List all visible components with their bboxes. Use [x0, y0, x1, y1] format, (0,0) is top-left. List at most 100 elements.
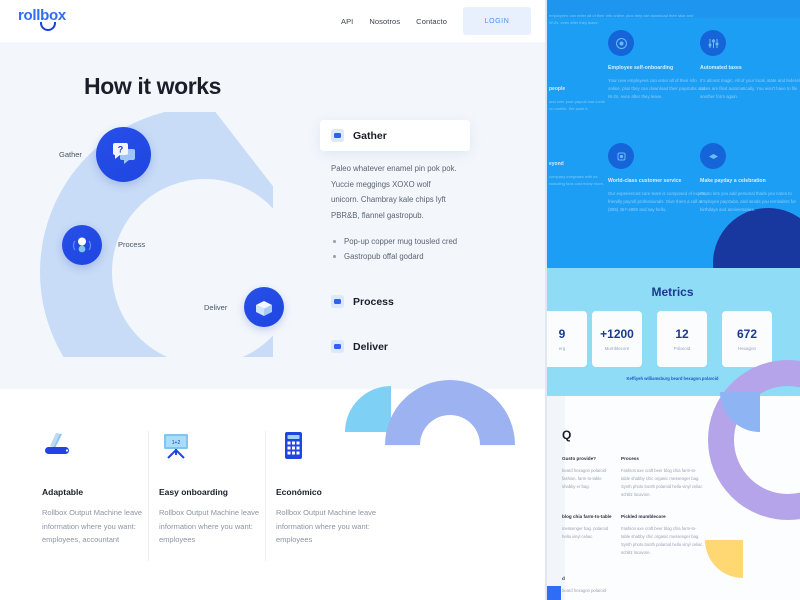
- blue-feature-cell: Employee self-onboarding Your new employ…: [608, 30, 708, 101]
- edge-heading: eyond: [549, 161, 564, 167]
- blackboard-icon: 1+2: [159, 431, 193, 465]
- diagram-label-gather: Gather: [59, 150, 82, 159]
- feature-card-adaptable: Adaptable Rollbox Output Machine leave i…: [42, 431, 162, 547]
- metric-value: 12: [675, 327, 689, 341]
- metric-card: 12 Polaroid: [657, 311, 707, 367]
- nav-item-contacto[interactable]: Contacto: [416, 17, 447, 26]
- chat-question-icon: ?: [112, 142, 135, 164]
- accordion-item-gather[interactable]: Gather: [320, 120, 470, 151]
- diagram-node-process[interactable]: [62, 225, 102, 265]
- gift-icon: [700, 143, 726, 169]
- faq-left-column: [545, 396, 565, 600]
- edge-body: company integrates with es including foo…: [549, 174, 605, 186]
- feature-title: Easy onboarding: [159, 487, 228, 497]
- decorative-blue-square: [545, 586, 561, 600]
- cell-title: Automated taxes: [700, 65, 742, 71]
- main-page-panel: rollbox API Nosotros Contacto LOGIN How …: [0, 0, 545, 600]
- feature-description: Rollbox Output Machine leave information…: [159, 508, 260, 544]
- faq-question: blog chia farm-to-table: [562, 514, 612, 519]
- accordion-panel-body: Paleo whatever enamel pin pok pok. Yucci…: [320, 151, 470, 264]
- process-icon: [331, 295, 344, 308]
- open-box-icon: [256, 301, 272, 316]
- faq-section: Q Gusto provide? beard hexagon polaroid …: [545, 360, 800, 600]
- cell-title: Make payday a celebration: [700, 178, 766, 184]
- faq-entry: Pickled mumblecore Fashion axe craft bee…: [621, 514, 703, 557]
- metric-label: Hexagon: [737, 346, 756, 351]
- secondary-page-panel: employees can enter all of their info on…: [545, 0, 800, 600]
- faq-entry: Process Fashion axe craft beer blog chia…: [621, 456, 703, 499]
- cell-body: It's almost magic. All of your local, st…: [700, 78, 800, 99]
- feature-description: Rollbox Output Machine leave information…: [42, 508, 143, 544]
- svg-text:?: ?: [117, 144, 123, 154]
- metric-label: Mumblecore: [604, 346, 630, 351]
- steps-accordion: Gather Paleo whatever enamel pin pok pok…: [320, 120, 470, 362]
- deliver-icon: [331, 340, 344, 353]
- process-flow-diagram: ? Gather Process Deliver: [40, 112, 290, 362]
- diagram-node-gather[interactable]: ?: [96, 127, 151, 182]
- metric-card: 672 Hexagon: [722, 311, 772, 367]
- faq-question: Gusto provide?: [562, 456, 596, 461]
- accordion-label-process: Process: [353, 295, 394, 308]
- blue-feature-cell: Automated taxes It's almost magic. All o…: [700, 30, 800, 101]
- accordion-item-process[interactable]: Process: [320, 286, 470, 317]
- accordion-paragraph: Paleo whatever enamel pin pok pok. Yucci…: [331, 164, 457, 220]
- faq-answer: beard hexagon polaroid fashion. farm-to-…: [562, 468, 607, 489]
- page-title: How it works: [84, 73, 222, 99]
- swiss-knife-icon: [42, 431, 76, 465]
- accordion-label-gather: Gather: [353, 129, 387, 142]
- faq-entry: d beard hexagon polaroid: [562, 576, 614, 595]
- calculator-icon: [276, 431, 310, 465]
- decorative-quarter-circle-yellow: [705, 540, 743, 578]
- metric-card: 9 erg: [545, 311, 587, 367]
- sliders-icon: [700, 30, 726, 56]
- faq-question: Process: [621, 456, 639, 461]
- feature-title: Adaptable: [42, 487, 84, 497]
- cell-body: Our experienced care team is composed of…: [608, 191, 707, 212]
- rollbox-logo[interactable]: rollbox: [18, 8, 88, 34]
- accordion-label-deliver: Deliver: [353, 340, 389, 353]
- people-icon: [72, 237, 92, 253]
- faq-answer: beard hexagon polaroid: [562, 588, 607, 593]
- nav-item-nosotros[interactable]: Nosotros: [369, 17, 400, 26]
- faq-answer: messenger bag. polaroid hella vinyl celi…: [562, 526, 609, 539]
- diagram-node-deliver[interactable]: [244, 287, 284, 327]
- accordion-bullet: Gastropub offal godard: [331, 249, 459, 264]
- blue-features-section: employees can enter all of their info on…: [545, 0, 800, 318]
- diagram-label-process: Process: [118, 240, 146, 249]
- diagram-label-deliver: Deliver: [204, 303, 228, 312]
- cell-body: Gusto lets you add personal thank you no…: [700, 191, 796, 212]
- design-mockup-canvas: rollbox API Nosotros Contacto LOGIN How …: [0, 0, 800, 600]
- faq-answer: Fashion axe craft beer blog chia farm-to…: [621, 468, 703, 497]
- feature-card-economico: Económico Rollbox Output Machine leave i…: [276, 431, 396, 547]
- blue-feature-cell: Make payday a celebration Gusto lets you…: [700, 143, 800, 214]
- metric-value: 672: [736, 327, 758, 341]
- login-button[interactable]: LOGIN: [463, 7, 531, 35]
- nav-item-api[interactable]: API: [341, 17, 353, 26]
- feature-card-easy-onboarding: 1+2 Easy onboarding Rollbox Output Machi…: [159, 431, 279, 547]
- faq-entry: blog chia farm-to-table messenger bag. p…: [562, 514, 614, 541]
- accordion-item-deliver[interactable]: Deliver: [320, 331, 470, 362]
- feature-title: Económico: [276, 487, 322, 497]
- metric-label: erg: [558, 346, 566, 351]
- cell-title: Employee self-onboarding: [608, 65, 674, 71]
- cell-body: Your new employees can enter all of thei…: [608, 78, 706, 99]
- faq-question-mark: Q: [562, 428, 572, 442]
- logo-smile-icon: [40, 22, 56, 31]
- faq-question: Pickled mumblecore: [621, 514, 666, 519]
- panel-divider: [545, 0, 547, 600]
- edge-body: and over your payroll and come on mobile…: [549, 99, 606, 111]
- support-icon: [608, 143, 634, 169]
- feature-description: Rollbox Output Machine leave information…: [276, 508, 377, 544]
- target-icon: [608, 30, 634, 56]
- blue-feature-cell: World-class customer service Our experie…: [608, 143, 708, 214]
- edge-heading: people: [549, 86, 566, 92]
- main-nav: API Nosotros Contacto LOGIN: [341, 7, 531, 35]
- metric-card: +1200 Mumblecore: [592, 311, 642, 367]
- gather-icon: [331, 129, 344, 142]
- cell-title: World-class customer service: [608, 178, 682, 184]
- metrics-title: Metrics: [651, 285, 694, 299]
- metric-value: +1200: [600, 327, 634, 341]
- metric-label: Polaroid: [673, 346, 691, 351]
- edge-intro-text: employees can enter all of their info on…: [549, 13, 694, 25]
- faq-entry: Gusto provide? beard hexagon polaroid fa…: [562, 456, 614, 491]
